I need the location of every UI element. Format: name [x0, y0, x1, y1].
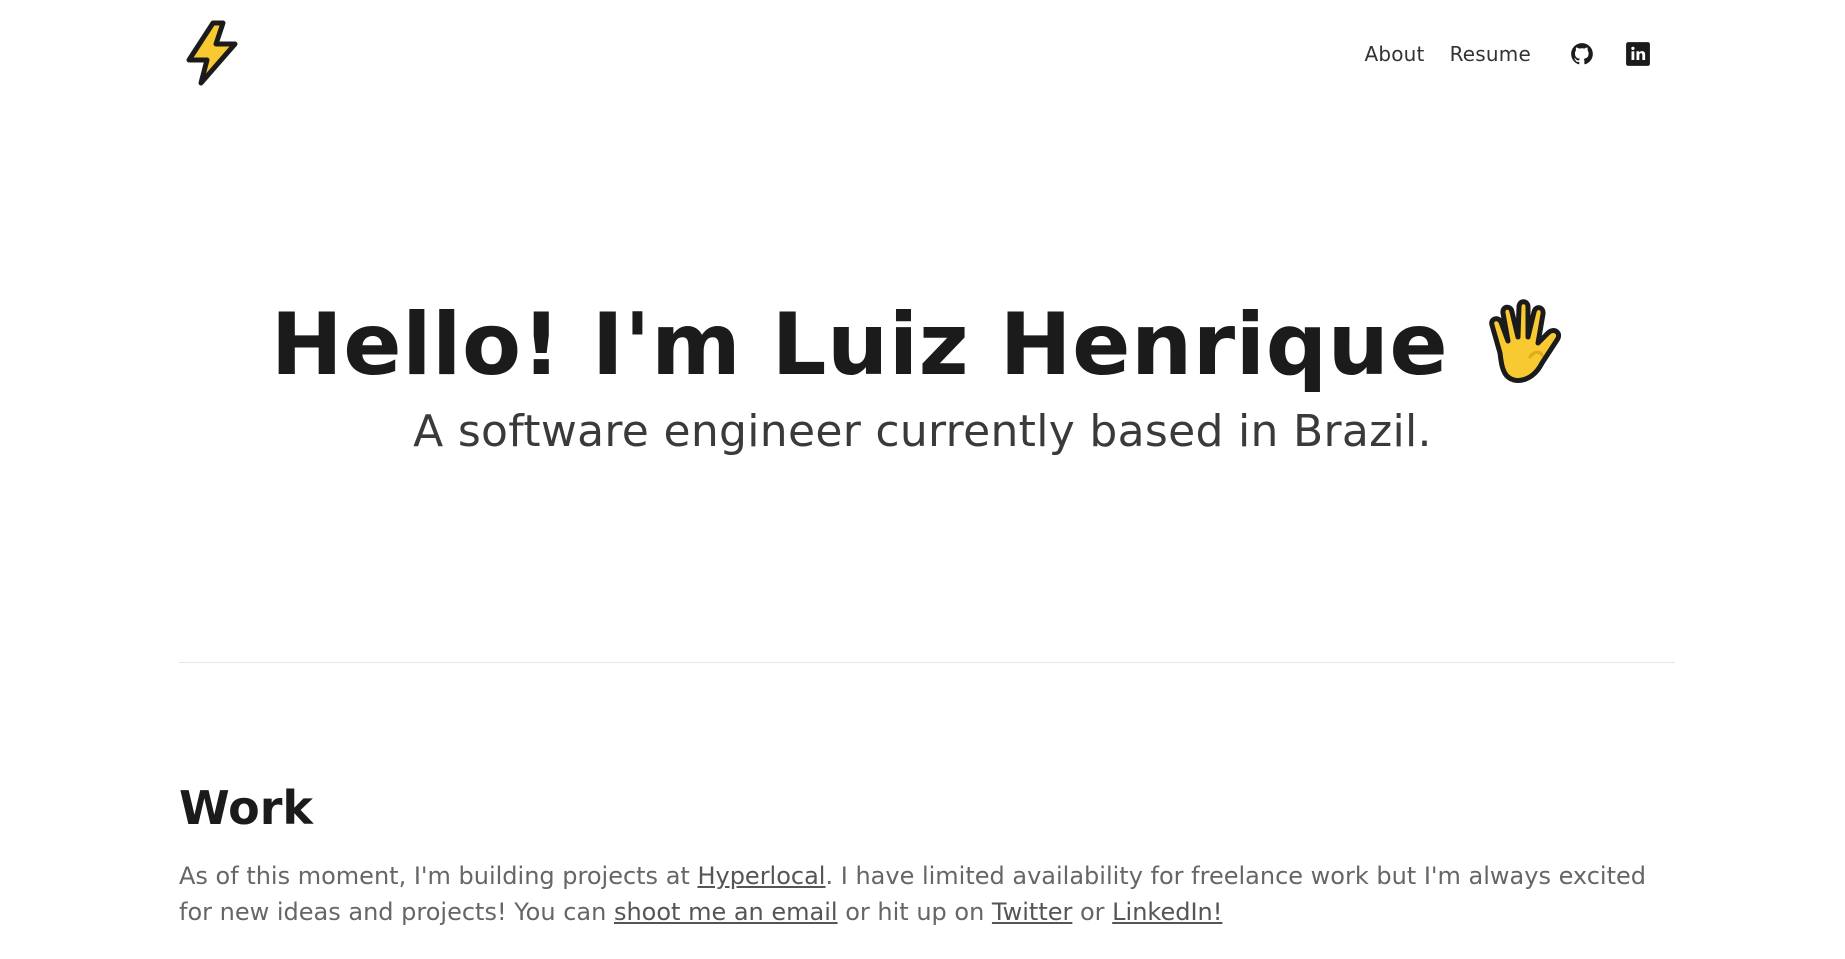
- waving-hand-icon: [1489, 299, 1562, 383]
- work-section: Work As of this moment, I'm building pro…: [179, 778, 1675, 930]
- linkedin-text-link[interactable]: LinkedIn!: [1112, 898, 1222, 926]
- work-heading: Work: [179, 781, 313, 835]
- work-text-1: As of this moment, I'm building projects…: [179, 862, 698, 890]
- twitter-link[interactable]: Twitter: [992, 898, 1072, 926]
- nav-about-link[interactable]: About: [1364, 42, 1424, 66]
- github-icon: [1571, 43, 1593, 65]
- linkedin-icon: [1626, 42, 1650, 66]
- main-nav: About Resume: [1364, 38, 1653, 70]
- hyperlocal-link[interactable]: Hyperlocal: [697, 862, 825, 890]
- site-header: About Resume: [179, 18, 1665, 88]
- work-text-4: or: [1072, 898, 1113, 926]
- hero-title: Hello! I'm Luiz Henrique: [271, 290, 1574, 400]
- hero-subtitle: A software engineer currently based in B…: [413, 406, 1432, 457]
- section-divider: [179, 662, 1675, 663]
- lightning-bolt-icon: [186, 20, 238, 86]
- hero-title-text: Hello! I'm Luiz Henrique: [270, 295, 1449, 395]
- work-paragraph: As of this moment, I'm building projects…: [179, 858, 1675, 930]
- linkedin-link[interactable]: [1623, 39, 1653, 69]
- page: About Resume Hello! I'm Luiz Henrique A …: [0, 0, 1845, 959]
- nav-resume-link[interactable]: Resume: [1450, 42, 1531, 66]
- logo-link[interactable]: [179, 20, 243, 86]
- hero-section: Hello! I'm Luiz Henrique A software engi…: [0, 290, 1845, 457]
- github-link[interactable]: [1567, 39, 1597, 69]
- email-link[interactable]: shoot me an email: [614, 898, 838, 926]
- work-text-3: or hit up on: [837, 898, 992, 926]
